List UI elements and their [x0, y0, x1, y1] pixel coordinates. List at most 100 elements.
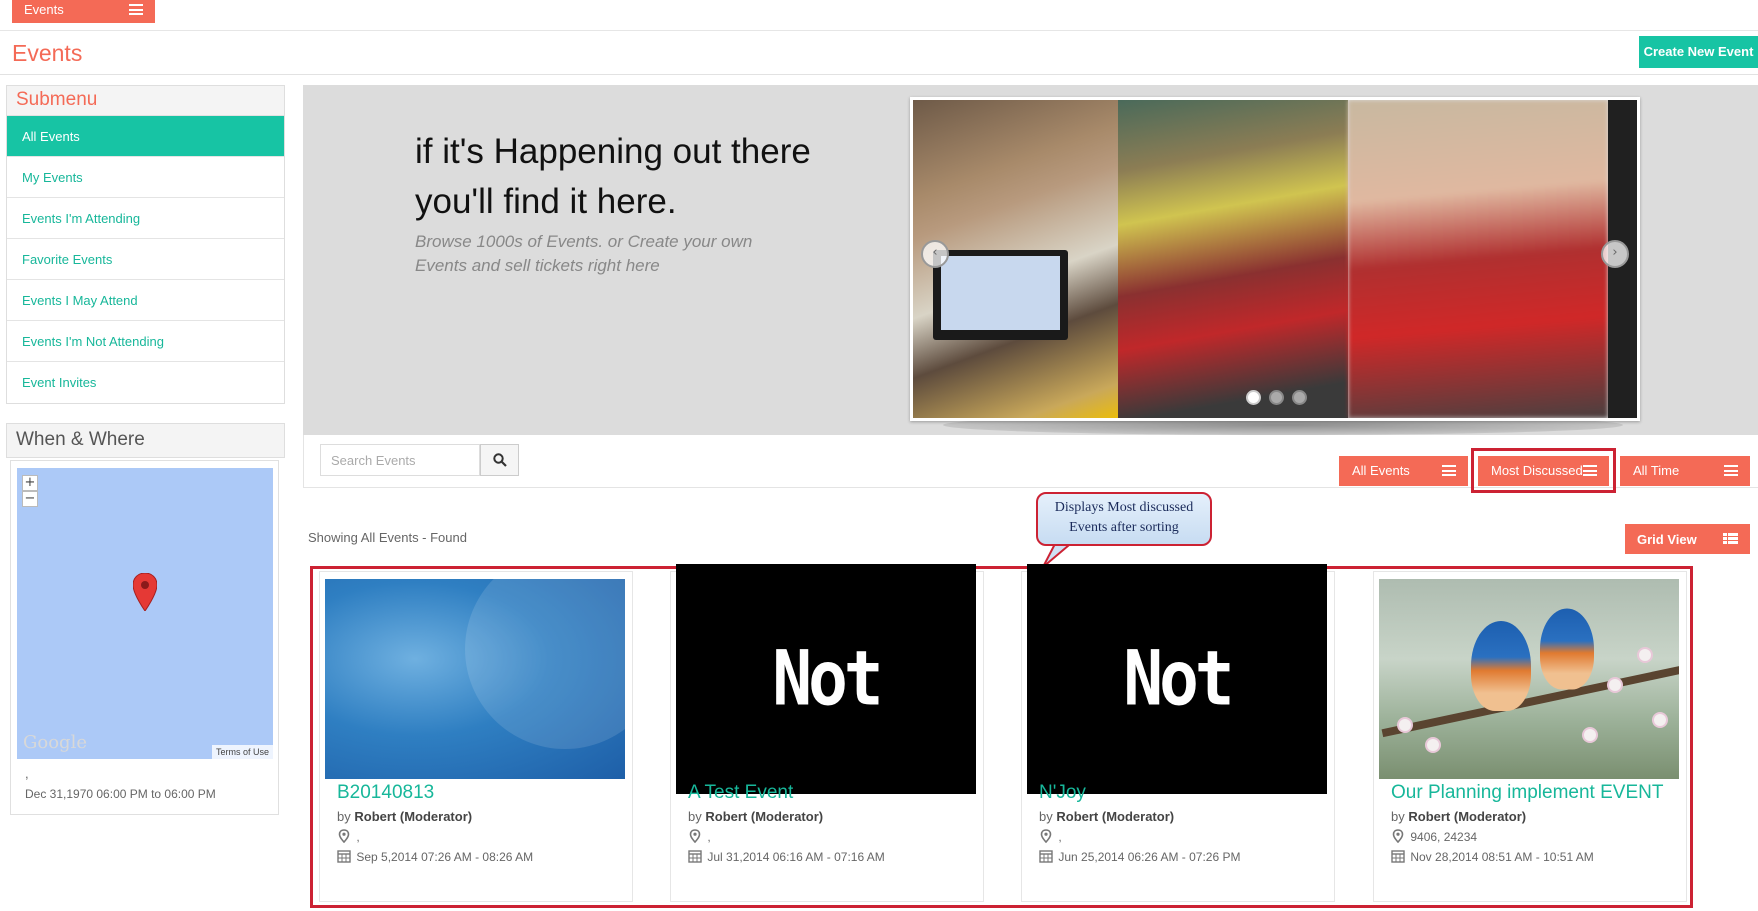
map-marker-icon — [338, 829, 350, 843]
map-marker-icon — [689, 829, 701, 843]
map-marker-icon — [1040, 829, 1052, 843]
event-author: by Robert (Moderator) — [1039, 809, 1175, 824]
sidebar-item-attending[interactable]: Events I'm Attending — [7, 198, 284, 239]
create-new-event-button[interactable]: Create New Event — [1639, 36, 1758, 68]
event-card[interactable]: Not Found! N'Joy by Robert (Moderator) ,… — [1021, 564, 1335, 902]
google-logo: Google — [23, 732, 87, 753]
slider-prev-arrow-icon[interactable]: ‹ — [921, 240, 949, 268]
zoom-out-button[interactable]: − — [22, 491, 38, 507]
sidebar-item-not-attending[interactable]: Events I'm Not Attending — [7, 321, 284, 362]
sidebar-item-favorite[interactable]: Favorite Events — [7, 239, 284, 280]
blossom-shape — [1654, 714, 1666, 726]
laptop-image — [933, 250, 1068, 340]
event-author: by Robert (Moderator) — [337, 809, 473, 824]
event-date: Jun 25,2014 06:26 AM - 07:26 PM — [1039, 849, 1240, 864]
event-image-birds[interactable] — [1379, 579, 1679, 779]
blossom-shape — [1639, 649, 1651, 661]
event-image-not-found[interactable]: Not Found! — [1027, 564, 1327, 794]
event-author: by Robert (Moderator) — [1391, 809, 1527, 824]
sidebar-item-my-events[interactable]: My Events — [7, 157, 284, 198]
event-image-not-found[interactable]: Not Found! — [676, 564, 976, 794]
sidebar-item-may-attend[interactable]: Events I May Attend — [7, 280, 284, 321]
event-location: , — [337, 829, 360, 844]
blossom-shape — [1584, 729, 1596, 741]
filter-all-events-label: All Events — [1352, 463, 1410, 478]
filter-all-events-button[interactable]: All Events — [1339, 456, 1468, 486]
filter-all-time-label: All Time — [1633, 463, 1680, 478]
event-date: Jul 31,2014 06:16 AM - 07:16 AM — [688, 849, 885, 864]
hero-headline-line2: you'll find it here. — [415, 182, 677, 221]
title-bar: Events Create New Event — [0, 32, 1758, 75]
event-title[interactable]: A Test Event — [688, 782, 793, 804]
slide-photo — [1348, 100, 1608, 418]
hero-banner: if it's Happening out there you'll find … — [303, 85, 1758, 435]
event-location: , — [688, 829, 711, 844]
event-location: 9406, 24234 — [1391, 829, 1477, 844]
calendar-icon — [688, 850, 702, 863]
event-image[interactable] — [325, 579, 625, 779]
map-view[interactable]: + − Google Terms of Use — [17, 468, 273, 759]
search-button[interactable] — [480, 444, 519, 476]
map-marker-icon — [1392, 829, 1404, 843]
events-menu-button[interactable]: Events — [12, 0, 155, 23]
when-where-title: When & Where — [6, 423, 285, 458]
slider-dots — [1246, 390, 1315, 410]
map-date-text: Dec 31,1970 06:00 PM to 06:00 PM — [25, 787, 216, 801]
submenu-title: Submenu — [7, 86, 284, 116]
hero-headline: if it's Happening out there you'll find … — [415, 127, 835, 227]
results-summary: Showing All Events - Found — [308, 530, 467, 545]
calendar-icon — [337, 850, 351, 863]
slide-photo — [1118, 100, 1348, 418]
blossom-shape — [1427, 739, 1439, 751]
zoom-in-button[interactable]: + — [22, 475, 38, 491]
submenu-panel: Submenu All Events My Events Events I'm … — [6, 85, 285, 404]
terms-of-use-link[interactable]: Terms of Use — [211, 745, 273, 759]
sidebar-item-all-events[interactable]: All Events — [7, 116, 284, 157]
hamburger-icon — [129, 4, 143, 15]
slider-dot[interactable] — [1269, 390, 1284, 405]
sidebar-item-invites[interactable]: Event Invites — [7, 362, 284, 403]
page-root: Events Events Create New Event Submenu A… — [0, 0, 1758, 911]
event-card[interactable]: B20140813 by Robert (Moderator) , Sep 5,… — [319, 571, 633, 902]
event-author: by Robert (Moderator) — [688, 809, 824, 824]
hero-headline-line1: if it's Happening out there — [415, 132, 811, 171]
grid-icon — [1723, 533, 1738, 544]
page-title: Events — [12, 40, 83, 66]
map-pin-icon[interactable] — [133, 573, 157, 611]
top-bar: Events — [0, 0, 1758, 31]
annotation-callout: Displays Most discussed Events after sor… — [1036, 492, 1212, 546]
event-card[interactable]: Not Found! A Test Event by Robert (Moder… — [670, 564, 984, 902]
hero-subtitle-line1: Browse 1000s of Events. or Create your o… — [415, 232, 753, 251]
hamburger-icon — [1724, 465, 1738, 476]
map-location-text: , — [25, 766, 29, 781]
map-panel: + − Google Terms of Use , Dec 31,1970 06… — [10, 460, 279, 815]
search-input[interactable]: Search Events — [320, 444, 480, 476]
filter-all-time-button[interactable]: All Time — [1620, 456, 1750, 486]
grid-view-button[interactable]: Grid View — [1625, 524, 1750, 554]
event-date: Sep 5,2014 07:26 AM - 08:26 AM — [337, 849, 533, 864]
slider-dot[interactable] — [1292, 390, 1307, 405]
bird-shape — [1471, 621, 1531, 711]
most-discussed-highlight — [1471, 448, 1616, 493]
blossom-shape — [1609, 679, 1621, 691]
blossom-shape — [1399, 719, 1411, 731]
slider-next-arrow-icon[interactable]: › — [1601, 240, 1629, 268]
annotation-line1: Displays Most discussed — [1054, 500, 1194, 515]
event-card[interactable]: Our Planning implement EVENT by Robert (… — [1373, 571, 1687, 902]
event-title[interactable]: Our Planning implement EVENT — [1391, 782, 1663, 804]
slider-dot[interactable] — [1246, 390, 1261, 405]
hero-subtitle: Browse 1000s of Events. or Create your o… — [415, 230, 765, 278]
event-date: Nov 28,2014 08:51 AM - 10:51 AM — [1391, 849, 1594, 864]
calendar-icon — [1039, 850, 1053, 863]
hamburger-icon — [1442, 465, 1456, 476]
bird-shape — [1540, 608, 1594, 690]
event-title[interactable]: N'Joy — [1039, 782, 1086, 804]
event-location: , — [1039, 829, 1062, 844]
annotation-line2: Events after sorting — [1069, 520, 1179, 535]
calendar-icon — [1391, 850, 1405, 863]
search-icon — [493, 453, 507, 467]
event-title[interactable]: B20140813 — [337, 782, 434, 804]
image-slider[interactable]: ‹ › — [910, 97, 1640, 421]
grid-view-label: Grid View — [1637, 532, 1697, 547]
hero-subtitle-line2: Events and sell tickets right here — [415, 256, 660, 275]
